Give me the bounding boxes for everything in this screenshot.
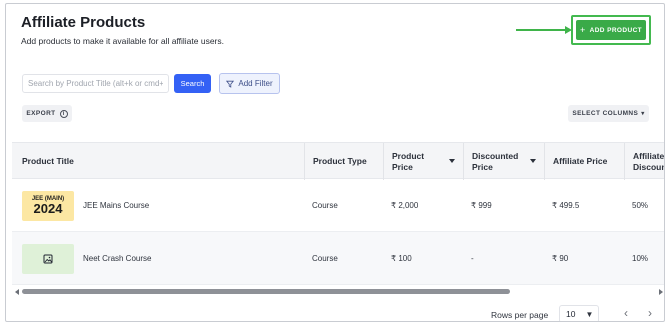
next-page-icon[interactable]: › [648, 306, 652, 320]
page-subtitle: Add products to make it available for al… [21, 36, 225, 46]
product-title-cell: JEE (MAIN) 2024 JEE Mains Course [12, 179, 304, 232]
sort-desc-icon[interactable] [449, 159, 455, 163]
column-header-product-price[interactable]: Product Price [383, 143, 463, 180]
column-header-discounted-price-label: Discounted Price [472, 150, 519, 172]
add-filter-label: Add Filter [238, 79, 273, 88]
affiliate-price-cell: ₹ 499.5 [552, 201, 580, 210]
sort-desc-icon[interactable] [530, 159, 536, 163]
select-columns-label: SELECT COLUMNS [572, 110, 639, 117]
export-button[interactable]: EXPORT i [22, 105, 72, 122]
column-header-product-title[interactable]: Product Title [12, 143, 304, 180]
add-product-highlight: + ADD PRODUCT [571, 15, 651, 45]
filter-icon [226, 80, 235, 88]
products-table: Product Title Product Type Product Price… [12, 142, 664, 287]
product-name[interactable]: JEE Mains Course [83, 201, 149, 210]
column-header-product-type[interactable]: Product Type [304, 143, 383, 180]
product-price-cell: ₹ 100 [391, 254, 412, 263]
product-type-cell: Course [312, 254, 338, 263]
rows-per-page-label: Rows per page [491, 310, 549, 320]
select-columns-button[interactable]: SELECT COLUMNS ▾ [568, 105, 649, 122]
rows-per-page-select[interactable]: 10 ▼ [559, 305, 599, 321]
discounted-price-cell: ₹ 999 [471, 201, 492, 210]
table-header: Product Title Product Type Product Price… [12, 142, 664, 180]
product-thumbnail [22, 243, 74, 274]
affiliate-discount-cell: 50% [632, 201, 649, 210]
discounted-price-cell: - [471, 254, 474, 263]
column-header-product-price-label: Product Price [392, 150, 425, 172]
horizontal-scrollbar[interactable] [12, 287, 664, 296]
column-header-affiliate-discount[interactable]: Affiliate Discount [624, 143, 664, 180]
chevron-down-icon: ▼ [585, 309, 594, 319]
column-header-discounted-price[interactable]: Discounted Price [463, 143, 544, 180]
scroll-right-icon[interactable] [659, 289, 663, 295]
rows-per-page-value: 10 [566, 309, 576, 319]
export-label: EXPORT [26, 110, 56, 117]
add-product-button[interactable]: + ADD PRODUCT [576, 20, 646, 40]
scroll-left-icon[interactable] [15, 289, 19, 295]
product-price-cell: ₹ 2,000 [391, 201, 419, 210]
scrollbar-thumb[interactable] [22, 289, 510, 294]
plus-icon: + [579, 25, 586, 35]
affiliate-price-cell: ₹ 90 [552, 254, 569, 263]
add-filter-button[interactable]: Add Filter [219, 73, 280, 94]
product-thumbnail: JEE (MAIN) 2024 [22, 190, 74, 221]
chevron-down-icon: ▾ [641, 111, 645, 117]
product-type-cell: Course [312, 201, 338, 210]
product-name[interactable]: Neet Crash Course [83, 254, 151, 263]
product-title-cell: Neet Crash Course [12, 232, 304, 285]
annotation-arrow-line [516, 29, 568, 31]
column-header-affiliate-price[interactable]: Affiliate Price [544, 143, 624, 180]
affiliate-discount-cell: 10% [632, 254, 649, 263]
table-row[interactable]: Neet Crash Course Course ₹ 100 - ₹ 90 10… [12, 232, 664, 285]
image-icon [43, 254, 53, 263]
table-row[interactable]: JEE (MAIN) 2024 JEE Mains Course Course … [12, 179, 664, 232]
add-product-label: ADD PRODUCT [589, 26, 643, 34]
affiliate-products-page: Affiliate Products Add products to make … [5, 3, 665, 322]
search-button[interactable]: Search [174, 74, 211, 93]
previous-page-icon[interactable]: ‹ [624, 306, 628, 320]
page-title: Affiliate Products [21, 14, 146, 31]
search-input[interactable] [22, 74, 169, 93]
info-icon[interactable]: i [59, 109, 68, 118]
thumbnail-year: 2024 [33, 201, 63, 216]
